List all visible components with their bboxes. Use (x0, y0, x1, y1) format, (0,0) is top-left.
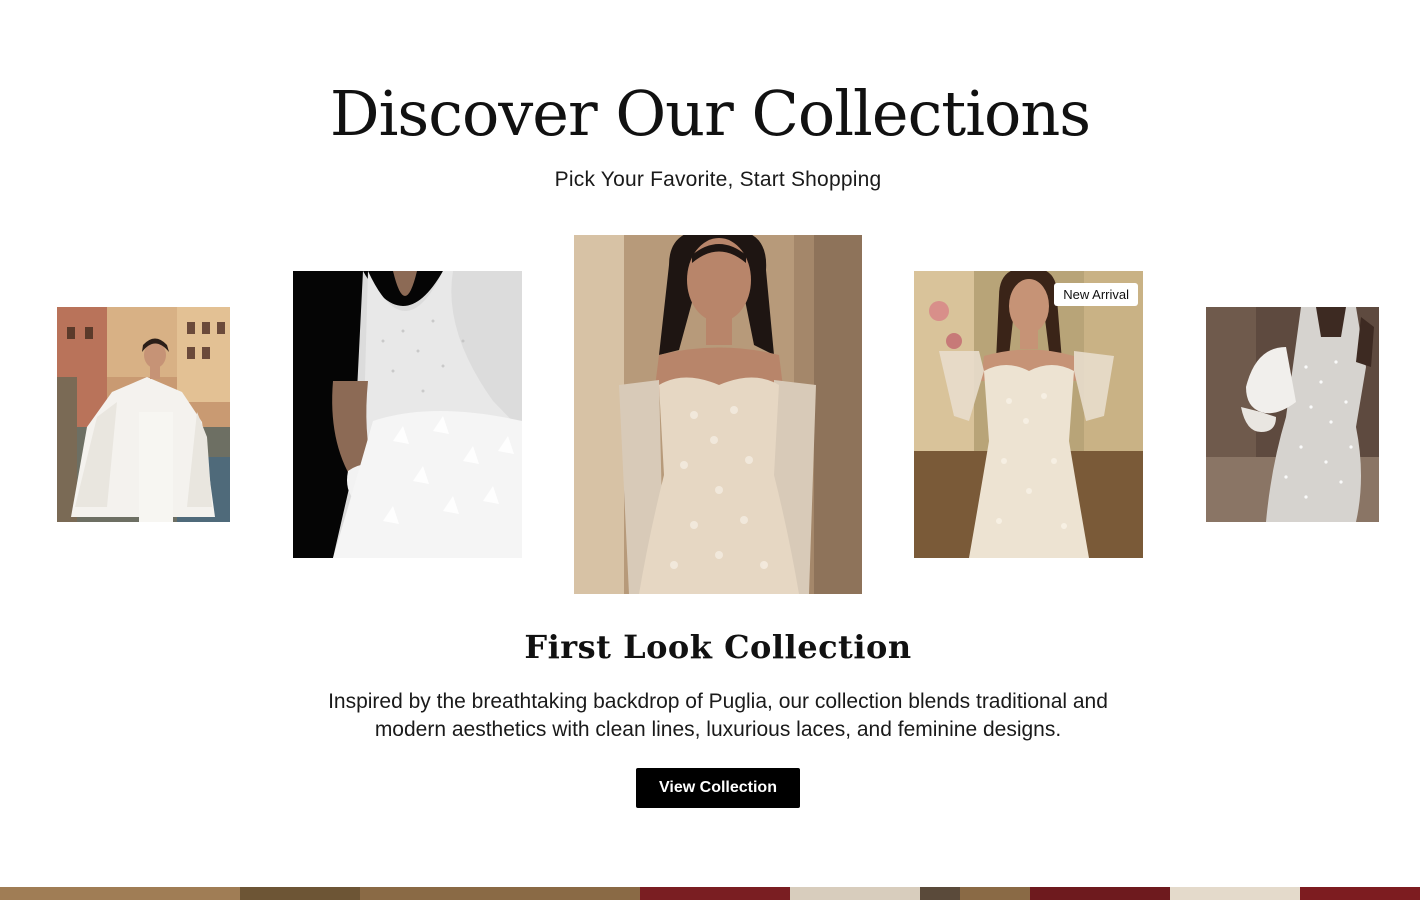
view-collection-button[interactable]: View Collection (636, 768, 800, 808)
section-title: Discover Our Collections (329, 77, 1091, 150)
photo-beaded-bodice (293, 271, 522, 558)
carousel-image-5[interactable] (1206, 307, 1379, 522)
carousel-image-2[interactable] (293, 271, 522, 558)
carousel-image-1[interactable] (57, 307, 230, 522)
photo-lace-gown-sheer-sleeves (914, 271, 1143, 558)
new-arrival-badge: New Arrival (1054, 283, 1138, 306)
carousel-image-4[interactable]: New Arrival (914, 271, 1143, 558)
photo-lace-mermaid-gown (574, 235, 862, 594)
section-subtitle: Pick Your Favorite, Start Shopping (554, 168, 882, 191)
photo-harbor-feather-cape (57, 307, 230, 522)
next-section-banner-image (0, 887, 1420, 900)
carousel-image-3[interactable] (574, 235, 862, 594)
banner-photo-edge (0, 887, 1420, 900)
collection-description: Inspired by the breathtaking backdrop of… (328, 690, 1108, 741)
collection-title: First Look Collection (524, 628, 912, 666)
photo-pearl-gown-puff-sleeves (1206, 307, 1379, 522)
